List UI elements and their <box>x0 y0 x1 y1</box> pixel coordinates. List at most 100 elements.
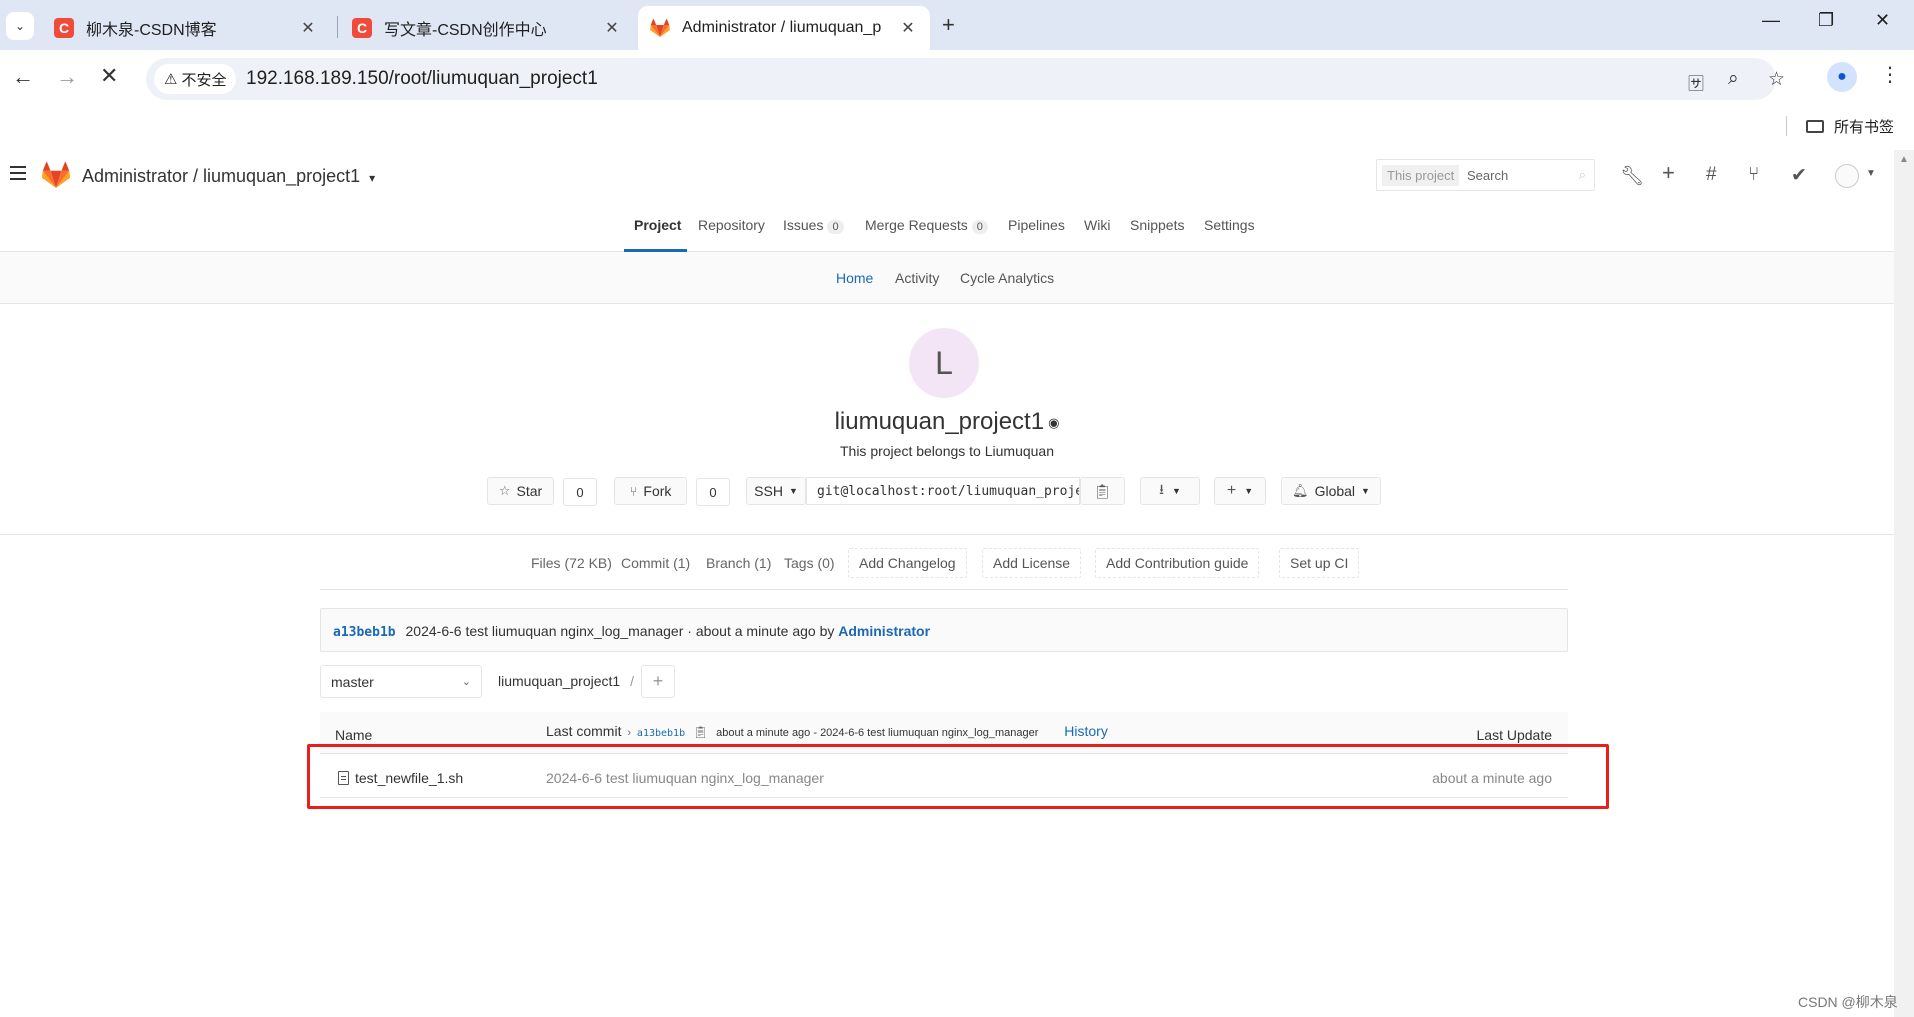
close-window-icon[interactable]: ✕ <box>1875 10 1890 31</box>
browser-toolbar: ← → ✕ ⚠ 不安全 192.168.189.150/root/liumuqu… <box>0 50 1914 108</box>
add-contribution-guide-button[interactable]: Add Contribution guide <box>1095 548 1260 578</box>
csdn-favicon-icon: C <box>54 18 74 38</box>
fork-button[interactable]: ⑂ Fork <box>614 477 687 505</box>
add-new-dropdown[interactable]: + ▼ <box>1214 477 1266 505</box>
tab-repository[interactable]: Repository <box>698 217 765 233</box>
forward-arrow-icon[interactable]: → <box>56 64 78 90</box>
notification-label: Global <box>1314 483 1356 499</box>
files-stat[interactable]: Files (72 KB) <box>531 548 612 578</box>
branch-dropdown[interactable]: master ⌄ <box>320 665 482 698</box>
back-arrow-icon[interactable]: ← <box>12 64 34 90</box>
tab-title: 写文章-CSDN创作中心 <box>384 22 547 39</box>
commits-stat[interactable]: Commit (1) <box>621 548 690 578</box>
browser-menu-icon[interactable]: ⋮ <box>1880 62 1900 87</box>
translate-icon[interactable]: 🈂 <box>1688 70 1704 94</box>
tab-csdn-blog[interactable]: C 柳木泉-CSDN博客 ✕ <box>42 6 330 50</box>
add-to-tree-button[interactable]: + <box>641 665 675 698</box>
tab-search-button[interactable]: ⌄ <box>6 12 34 40</box>
merge-request-icon[interactable]: ⑂ <box>1748 164 1759 186</box>
notification-dropdown[interactable]: 🔔︎ Global ▼ <box>1281 477 1381 505</box>
close-icon[interactable]: ✕ <box>602 18 622 38</box>
stop-loading-icon[interactable]: ✕ <box>100 63 118 89</box>
tab-pipelines[interactable]: Pipelines <box>1008 217 1065 233</box>
header-project-title[interactable]: Administrator / liumuquan_project1 ▾ <box>82 166 375 187</box>
project-nav: Project Repository Issues 0 Merge Request… <box>0 202 1894 252</box>
tab-title: Administrator / liumuquan_p <box>682 19 882 36</box>
profile-avatar-icon[interactable]: ● <box>1827 62 1857 92</box>
subtab-home[interactable]: Home <box>836 270 873 286</box>
todos-check-icon[interactable]: ✔ <box>1791 164 1807 187</box>
tab-snippets[interactable]: Snippets <box>1130 217 1184 233</box>
tab-csdn-editor[interactable]: C 写文章-CSDN创作中心 ✕ <box>340 6 634 50</box>
close-icon[interactable]: ✕ <box>898 18 918 38</box>
clone-url-input[interactable]: git@localhost:root/liumuquan_project1.gi… <box>806 477 1080 505</box>
address-bar[interactable]: ⚠ 不安全 192.168.189.150/root/liumuquan_pro… <box>146 58 1785 100</box>
fork-count[interactable]: 0 <box>696 478 730 506</box>
download-dropdown[interactable]: ⭳ ▼ <box>1140 477 1200 505</box>
setup-ci-button[interactable]: Set up CI <box>1279 548 1360 578</box>
col-name: Name <box>335 727 373 743</box>
user-avatar[interactable] <box>1835 164 1859 188</box>
head-commit-sha-link[interactable]: a13beb1b <box>637 728 685 739</box>
chevron-down-icon[interactable]: ▼ <box>1866 168 1876 179</box>
copy-url-button[interactable]: 📋︎ <box>1080 477 1125 505</box>
add-license-button[interactable]: Add License <box>982 548 1082 578</box>
restore-window-icon[interactable]: ❐ <box>1818 10 1834 31</box>
merge-requests-count-badge: 0 <box>971 220 988 234</box>
subtab-activity[interactable]: Activity <box>895 270 939 286</box>
tab-settings[interactable]: Settings <box>1204 217 1255 233</box>
clone-protocol-dropdown[interactable]: SSH ▼ <box>746 477 806 505</box>
bookmark-star-icon[interactable]: ☆ <box>1768 68 1785 91</box>
minimize-icon[interactable]: — <box>1762 10 1780 31</box>
commit-time: · about a minute ago by <box>683 623 839 639</box>
add-changelog-button[interactable]: Add Changelog <box>848 548 967 578</box>
path-root-link[interactable]: liumuquan_project1 <box>498 673 620 689</box>
tab-gitlab-project[interactable]: Administrator / liumuquan_p ✕ <box>638 6 930 50</box>
tab-project[interactable]: Project <box>634 217 681 233</box>
col-last-update: Last Update <box>1476 727 1553 743</box>
highlight-annotation-box <box>307 744 1609 809</box>
issues-hash-icon[interactable]: # <box>1706 164 1717 186</box>
url-text[interactable]: 192.168.189.150/root/liumuquan_project1 <box>246 68 598 90</box>
tab-merge-requests-label: Merge Requests <box>865 217 968 233</box>
hamburger-menu-icon[interactable] <box>10 166 26 184</box>
branches-stat[interactable]: Branch (1) <box>706 548 771 578</box>
project-sub-nav: Home Activity Cycle Analytics <box>0 252 1894 304</box>
page-scrollbar[interactable]: ▲ <box>1894 150 1914 1017</box>
fork-label: Fork <box>643 483 672 499</box>
tab-issues[interactable]: Issues 0 <box>783 217 844 234</box>
star-icon: ☆ <box>498 483 511 498</box>
star-button[interactable]: ☆ Star <box>487 477 554 505</box>
bookmarks-bar: 所有书签 <box>0 108 1914 150</box>
tab-merge-requests[interactable]: Merge Requests 0 <box>865 217 988 234</box>
plus-icon: + <box>652 671 664 691</box>
clipboard-icon[interactable]: 📋︎ <box>693 725 708 739</box>
new-tab-plus-icon[interactable]: + <box>942 12 955 38</box>
csdn-watermark: CSDN @柳木泉 <box>1798 994 1898 1010</box>
admin-wrench-icon[interactable]: 🔧︎ <box>1620 164 1644 188</box>
project-avatar: L <box>909 328 979 398</box>
tags-stat[interactable]: Tags (0) <box>784 548 835 578</box>
chevron-down-icon: ⌄ <box>14 19 26 33</box>
stats-divider <box>320 589 1568 590</box>
subtab-cycle-analytics[interactable]: Cycle Analytics <box>960 270 1054 286</box>
security-chip[interactable]: ⚠ 不安全 <box>154 64 237 94</box>
warning-triangle-icon: ⚠ <box>164 71 178 88</box>
gitlab-logo-icon[interactable] <box>42 162 70 188</box>
star-count[interactable]: 0 <box>563 478 597 506</box>
new-plus-icon[interactable]: + <box>1662 160 1675 186</box>
bookmarks-separator <box>1786 116 1787 136</box>
commit-author-link[interactable]: Administrator <box>838 623 930 639</box>
history-link[interactable]: History <box>1064 723 1108 739</box>
caret-down-icon: ▼ <box>788 486 798 496</box>
all-bookmarks-button[interactable]: 所有书签 <box>1806 116 1894 137</box>
search-input[interactable]: This project Search ⌕ <box>1376 159 1595 191</box>
commit-sha-link[interactable]: a13beb1b <box>333 625 396 640</box>
close-icon[interactable]: ✕ <box>298 18 318 38</box>
zoom-icon[interactable]: ⌕ <box>1728 68 1739 90</box>
path-breadcrumb: liumuquan_project1 / <box>498 673 634 689</box>
caret-down-icon: ▼ <box>1171 486 1181 496</box>
scroll-up-icon[interactable]: ▲ <box>1899 154 1909 165</box>
search-icon: ⌕ <box>1578 167 1586 182</box>
tab-wiki[interactable]: Wiki <box>1084 217 1110 233</box>
